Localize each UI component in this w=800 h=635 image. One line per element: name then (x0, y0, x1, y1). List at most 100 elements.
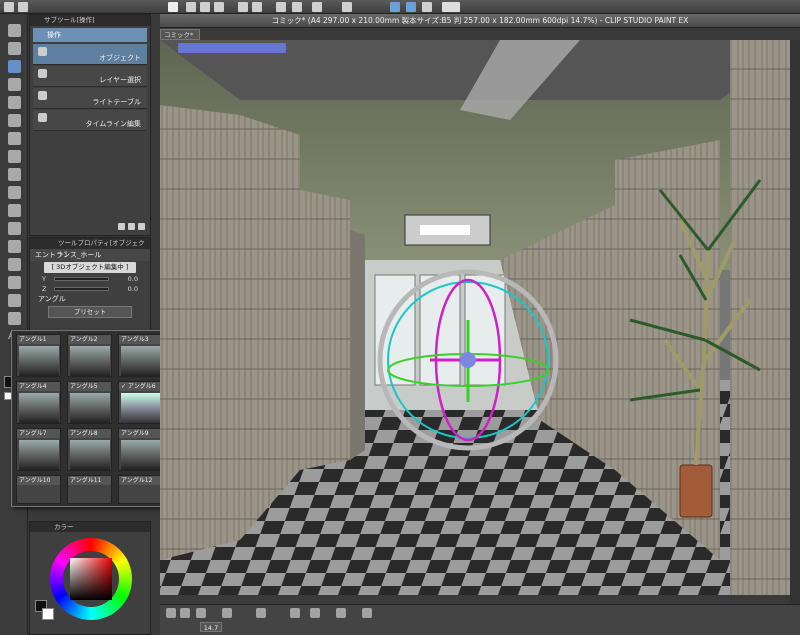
angle-label: アングル (38, 295, 66, 303)
preset-label: アングル11 (68, 476, 111, 485)
save-icon[interactable] (214, 2, 224, 12)
new-subtool-icon[interactable] (128, 223, 135, 230)
airbrush-tool-icon[interactable] (8, 204, 21, 217)
chevron-left-icon[interactable] (166, 608, 176, 618)
close-icon[interactable] (4, 2, 14, 12)
zoom-out-icon[interactable] (310, 608, 320, 618)
preset-angle-11[interactable]: アングル11 (67, 475, 112, 504)
help-icon[interactable] (442, 2, 460, 12)
preset-angle-4[interactable]: アングル4 (16, 381, 61, 424)
decoration-tool-icon[interactable] (8, 222, 21, 235)
preset-angle-7[interactable]: アングル7 (16, 428, 61, 471)
subtool-group-tab[interactable]: 操作 (33, 28, 147, 42)
position-z-row[interactable]: Z 0.0 (30, 284, 150, 294)
navigator-icon[interactable] (196, 608, 206, 618)
pen-tool-icon[interactable] (8, 150, 21, 163)
preset-thumbnail (19, 440, 59, 470)
figure-tool-icon[interactable] (8, 312, 21, 325)
color-sub-swatch[interactable] (42, 608, 54, 620)
preset-angle-6[interactable]: ✓ アングル6 (118, 381, 163, 424)
position-y-slider[interactable] (54, 277, 109, 281)
chevron-right-icon[interactable] (180, 608, 190, 618)
preset-angle-8[interactable]: アングル8 (67, 428, 112, 471)
blend-tool-icon[interactable] (8, 258, 21, 271)
selection-icon[interactable] (312, 2, 322, 12)
position-z-value[interactable]: 0.0 (128, 284, 138, 294)
preset-angle-10[interactable]: アングル10 (16, 475, 61, 504)
subtool-panel: サブツール[操作] 操作 オブジェクト レイヤー選択 ライトテーブル タイムライ… (29, 14, 151, 236)
position-y-row[interactable]: Y 0.0 (30, 274, 150, 284)
preset-thumbnail (19, 393, 59, 423)
saturation-value-square[interactable] (70, 558, 112, 600)
grid-snap-icon[interactable] (422, 2, 432, 12)
auto-select-tool-icon[interactable] (8, 114, 21, 127)
preset-thumbnail (19, 346, 59, 376)
zoom-tool-icon[interactable] (8, 24, 21, 37)
preset-label: アングル9 (119, 429, 162, 438)
subtool-item-layer-select[interactable]: レイヤー選択 (33, 66, 147, 87)
vertical-scrollbar[interactable] (790, 40, 800, 605)
preset-angle-5[interactable]: アングル5 (67, 381, 112, 424)
menu-icon[interactable] (18, 2, 28, 12)
redo-icon[interactable] (252, 2, 262, 12)
layer-select-icon (38, 69, 47, 78)
preset-angle-1[interactable]: アングル1 (16, 334, 61, 377)
preset-label: ✓ アングル6 (119, 382, 162, 391)
tool-property-panel: ツールプロパティ[オブジェクト] エントランス_ホール [ 3Dオブジェクト編集… (29, 237, 151, 332)
copy-subtool-icon[interactable] (118, 223, 125, 230)
gradient-tool-icon[interactable] (8, 294, 21, 307)
object-launcher-icon[interactable] (178, 43, 286, 53)
preset-label: アングル1 (17, 335, 60, 344)
subtool-item-timeline-edit[interactable]: タイムライン編集 (33, 110, 147, 131)
preset-label: アングル4 (17, 382, 60, 391)
preset-angle-3[interactable]: アングル3 (118, 334, 163, 377)
preset-thumbnail (121, 346, 161, 376)
object-name: エントランス_ホール (30, 249, 150, 261)
eraser-tool-icon[interactable] (8, 240, 21, 253)
subtool-item-label: ライトテーブル (92, 98, 141, 106)
scene-3d-render (160, 40, 800, 595)
open-file-icon[interactable] (200, 2, 210, 12)
brush-settings-icon[interactable] (362, 608, 372, 618)
fit-icon[interactable] (336, 608, 346, 618)
preset-angle-2[interactable]: アングル2 (67, 334, 112, 377)
subtool-item-label: タイムライン編集 (85, 120, 141, 128)
move-layer-tool-icon[interactable] (8, 78, 21, 91)
rotate-icon[interactable] (222, 608, 232, 618)
subtool-item-object[interactable]: オブジェクト (33, 44, 147, 65)
transform-icon[interactable] (276, 2, 286, 12)
preset-angle-9[interactable]: アングル9 (118, 428, 163, 471)
preset-dropdown[interactable]: プリセット (48, 306, 132, 318)
flip-icon[interactable] (256, 608, 266, 618)
canvas-viewport[interactable] (160, 40, 800, 595)
eyedropper-tool-icon[interactable] (8, 132, 21, 145)
fill-tool-icon[interactable] (8, 276, 21, 289)
zoom-in-icon[interactable] (290, 608, 300, 618)
preset-label: アングル2 (68, 335, 111, 344)
ruler-snap-icon[interactable] (390, 2, 400, 12)
fill-icon[interactable] (292, 2, 302, 12)
position-y-value[interactable]: 0.0 (128, 274, 138, 284)
preset-thumbnail (121, 393, 161, 423)
grid-icon[interactable] (342, 2, 352, 12)
subtool-item-light-table[interactable]: ライトテーブル (33, 88, 147, 109)
special-ruler-snap-icon[interactable] (406, 2, 416, 12)
app-logo-icon[interactable] (168, 2, 178, 12)
clip-studio-window: コミック* (A4 297.00 x 210.00mm 製本サイズ:B5 判 2… (0, 0, 800, 635)
position-z-slider[interactable] (54, 287, 109, 291)
tool-palette: A (0, 14, 28, 635)
angle-preset-popup: アングル1 アングル2 アングル3 アングル4 アングル5 ✓ アングル6 アン… (11, 330, 168, 507)
preset-angle-12[interactable]: アングル12 (118, 475, 163, 504)
pencil-tool-icon[interactable] (8, 168, 21, 181)
new-file-icon[interactable] (186, 2, 196, 12)
brush-tool-icon[interactable] (8, 186, 21, 199)
preset-thumbnail (70, 393, 110, 423)
axis-label: Y (42, 275, 46, 283)
zoom-level[interactable]: 14.7 (200, 622, 222, 632)
tab-document[interactable]: コミック* (160, 29, 200, 40)
operation-tool-icon[interactable] (8, 60, 21, 73)
undo-icon[interactable] (238, 2, 248, 12)
hand-tool-icon[interactable] (8, 42, 21, 55)
selection-tool-icon[interactable] (8, 96, 21, 109)
trash-icon[interactable] (138, 223, 145, 230)
